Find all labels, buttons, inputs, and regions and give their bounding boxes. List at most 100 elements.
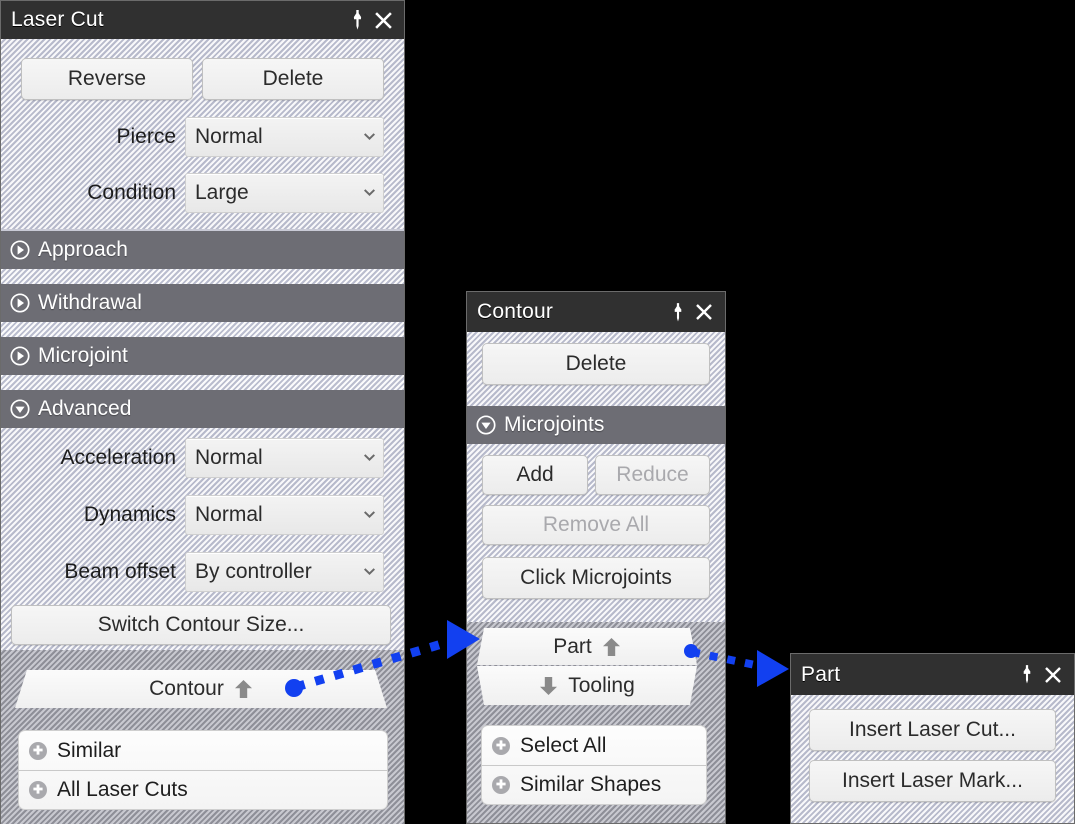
list-item-all-laser-cuts[interactable]: All Laser Cuts [19, 770, 387, 809]
sidebar-section-microjoint[interactable]: Microjoint [1, 337, 404, 375]
arrow-up-icon [234, 680, 252, 698]
plus-circle-icon [492, 736, 510, 755]
expanded-arrow-icon [10, 399, 30, 419]
beam-offset-value: By controller [195, 560, 312, 583]
pin-icon[interactable] [665, 299, 691, 325]
delete-button[interactable]: Delete [202, 58, 384, 100]
add-button[interactable]: Add [482, 455, 588, 495]
reverse-button-label: Reverse [67, 67, 147, 90]
list-item-similar-shapes[interactable]: Similar Shapes [482, 765, 706, 804]
pierce-value: Normal [195, 125, 263, 148]
sidebar-section-approach[interactable]: Approach [1, 231, 404, 269]
insert-laser-mark-label: Insert Laser Mark... [842, 769, 1023, 792]
laser-cut-bottom-area: Contour Similar All Laser Cuts [1, 650, 404, 824]
click-microjoints-label: Click Microjoints [520, 566, 672, 589]
pierce-select[interactable]: Normal [185, 117, 384, 157]
laser-cut-plus-list: Similar All Laser Cuts [18, 730, 388, 810]
insert-laser-cut-label: Insert Laser Cut... [849, 718, 1016, 741]
click-microjoints-button[interactable]: Click Microjoints [482, 557, 710, 599]
condition-value: Large [195, 181, 249, 204]
contour-delete-button[interactable]: Delete [482, 343, 710, 385]
reduce-button-label: Reduce [616, 463, 689, 486]
chevron-down-icon [364, 510, 375, 518]
pin-icon[interactable] [1014, 662, 1040, 688]
part-title: Part [801, 662, 841, 686]
switch-contour-size-label: Switch Contour Size... [97, 613, 305, 636]
section-divider [1, 322, 404, 337]
list-item-select-all[interactable]: Select All [482, 726, 706, 765]
contour-top-body: Delete [467, 332, 725, 406]
acceleration-label: Acceleration [60, 446, 176, 469]
beam-offset-select[interactable]: By controller [185, 552, 384, 592]
dynamics-select[interactable]: Normal [185, 495, 384, 535]
condition-label: Condition [87, 181, 176, 204]
remove-all-button[interactable]: Remove All [482, 505, 710, 545]
advanced-body: Acceleration Normal Dynamics Normal Beam… [1, 428, 404, 650]
part-tab-label: Part [553, 634, 592, 658]
contour-tab-label: Contour [149, 677, 224, 700]
contour-titlebar: Contour [467, 292, 725, 332]
laser-cut-panel: Laser Cut Reverse Delete Pierce Normal C… [0, 0, 405, 824]
screenshot-root: Laser Cut Reverse Delete Pierce Normal C… [0, 0, 1075, 824]
dynamics-field-row: Dynamics Normal [1, 495, 384, 535]
insert-laser-mark-button[interactable]: Insert Laser Mark... [809, 760, 1056, 802]
chevron-down-icon [364, 188, 375, 196]
part-tab[interactable]: Part [477, 628, 697, 665]
arrow-up-icon [602, 637, 620, 656]
laser-cut-top-body: Reverse Delete Pierce Normal Condition L… [1, 39, 404, 229]
section-label: Approach [38, 238, 128, 261]
condition-field-row: Condition Large [1, 173, 384, 213]
plus-circle-icon [29, 781, 47, 799]
pierce-field-row: Pierce Normal [1, 117, 384, 157]
section-label: Microjoint [38, 344, 128, 367]
acceleration-select[interactable]: Normal [185, 438, 384, 478]
delete-button-label: Delete [262, 67, 324, 90]
condition-select[interactable]: Large [185, 173, 384, 213]
section-divider [1, 269, 404, 284]
plus-circle-icon [29, 741, 47, 760]
contour-title: Contour [477, 300, 554, 323]
plus-circle-icon [492, 776, 510, 794]
chevron-down-icon [364, 453, 375, 461]
section-label: Microjoints [504, 413, 605, 436]
tooling-tab-label: Tooling [568, 673, 635, 697]
sidebar-section-advanced[interactable]: Advanced [1, 390, 404, 428]
beam-offset-field-row: Beam offset By controller [1, 552, 384, 592]
microjoints-body: Add Reduce Remove All Click Microjoints [467, 444, 725, 622]
list-item-similar[interactable]: Similar [19, 731, 387, 770]
collapsed-arrow-icon [10, 346, 30, 366]
reduce-button[interactable]: Reduce [595, 455, 710, 495]
tooling-tab[interactable]: Tooling [477, 666, 697, 705]
list-item-label: Select All [520, 733, 607, 757]
pierce-label: Pierce [116, 125, 176, 148]
expanded-arrow-icon [476, 415, 496, 435]
part-titlebar: Part [791, 654, 1074, 695]
section-divider [1, 375, 404, 390]
insert-laser-cut-button[interactable]: Insert Laser Cut... [809, 709, 1056, 751]
sidebar-section-withdrawal[interactable]: Withdrawal [1, 284, 404, 322]
page-title: Laser Cut [11, 8, 104, 31]
part-panel: Part Insert Laser Cut... Insert Laser Ma… [790, 653, 1075, 824]
contour-delete-label: Delete [565, 352, 627, 375]
close-icon[interactable] [370, 7, 396, 33]
contour-section-microjoints[interactable]: Microjoints [467, 406, 725, 444]
chevron-down-icon [364, 567, 375, 575]
arrow-down-icon [540, 676, 558, 695]
dynamics-value: Normal [195, 503, 263, 526]
contour-tab[interactable]: Contour [15, 670, 387, 708]
section-label: Advanced [38, 397, 132, 420]
close-icon[interactable] [691, 299, 717, 325]
reverse-button[interactable]: Reverse [21, 58, 193, 100]
close-icon[interactable] [1040, 662, 1066, 688]
remove-all-button-label: Remove All [542, 513, 650, 536]
section-label: Withdrawal [38, 291, 142, 314]
list-item-label: Similar [57, 738, 122, 762]
pin-icon[interactable] [344, 7, 370, 33]
part-body: Insert Laser Cut... Insert Laser Mark... [791, 695, 1074, 823]
beam-offset-label: Beam offset [64, 560, 176, 583]
acceleration-value: Normal [195, 446, 263, 469]
chevron-down-icon [364, 132, 375, 140]
collapsed-arrow-icon [10, 240, 30, 260]
switch-contour-size-button[interactable]: Switch Contour Size... [11, 605, 391, 645]
contour-panel: Contour Delete Microjoints Add Reduce Re… [466, 291, 726, 824]
